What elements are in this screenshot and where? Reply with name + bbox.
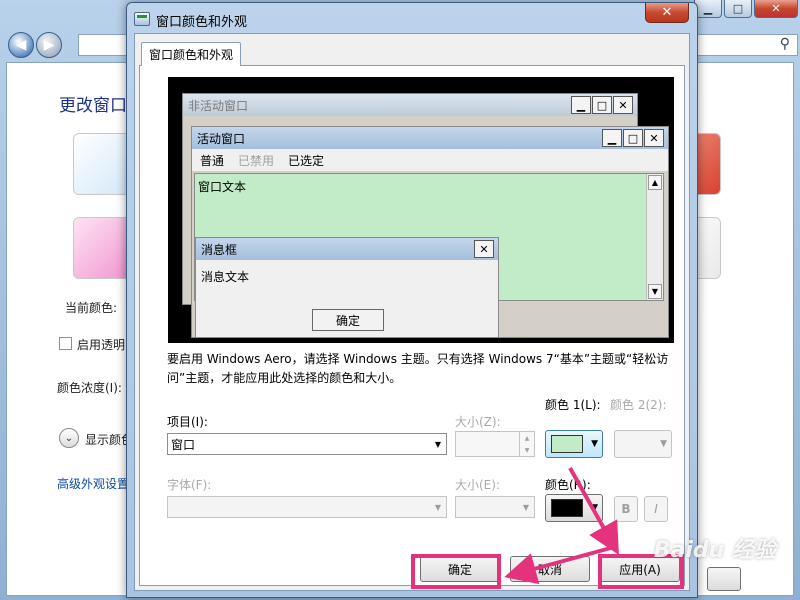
size-label: 大小(Z): xyxy=(455,415,501,429)
preview-window-text: 窗口文本 xyxy=(198,180,247,194)
italic-button[interactable]: I xyxy=(644,496,668,522)
scroll-up-icon: ▲ xyxy=(648,175,662,190)
appearance-preview: 非活动窗口 ▁ □ ✕ 活动窗口 ▁ □ ✕ 普通 已禁用 已选定 窗口文本 ▲… xyxy=(168,77,674,343)
preview-inactive-title: 非活动窗口 xyxy=(183,94,637,116)
chevron-down-icon: ▼ xyxy=(591,439,598,449)
navigation-buttons: ◀ ▶ xyxy=(8,32,62,58)
window-caption-buttons: ▁ □ ✕ xyxy=(694,0,798,18)
maximize-button[interactable]: □ xyxy=(724,0,752,18)
tab-panel: 非活动窗口 ▁ □ ✕ 活动窗口 ▁ □ ✕ 普通 已禁用 已选定 窗口文本 ▲… xyxy=(139,65,685,586)
maximize-icon: □ xyxy=(623,129,643,147)
back-icon[interactable]: ◀ xyxy=(8,32,34,58)
forward-icon[interactable]: ▶ xyxy=(36,32,62,58)
font-color-swatch xyxy=(551,499,583,517)
dialog-titlebar: 窗口颜色和外观 ✕ xyxy=(127,3,697,33)
preview-menu-disabled[interactable]: 已禁用 xyxy=(238,152,274,169)
bold-button[interactable]: B xyxy=(614,496,638,522)
page-title: 更改窗口 xyxy=(59,96,127,116)
close-button[interactable]: ✕ xyxy=(754,0,798,18)
preview-message-box[interactable]: 消息框 ✕ 消息文本 确定 xyxy=(195,237,499,338)
scroll-down-icon: ▼ xyxy=(648,284,662,299)
dialog-title: 窗口颜色和外观 xyxy=(156,15,248,30)
font-color-label: 颜色(R): xyxy=(545,478,591,492)
chevron-down-icon: ▼ xyxy=(522,502,530,512)
item-select-value: 窗口 xyxy=(171,437,196,452)
color-intensity-label: 颜色浓度(I): xyxy=(57,381,122,395)
item-select[interactable]: 窗口 ▼ xyxy=(167,433,447,455)
close-icon: ✕ xyxy=(644,129,664,147)
color2-picker[interactable]: ▼ xyxy=(614,430,672,458)
size-stepper-buttons[interactable]: ▲ ▼ xyxy=(519,432,534,456)
dialog-app-icon xyxy=(134,12,150,26)
cancel-button[interactable]: 取消 xyxy=(510,556,590,582)
preview-ok-button: 确定 xyxy=(312,309,384,331)
aero-info-text: 要启用 Windows Aero，请选择 Windows 主题。只有选择 Win… xyxy=(167,352,669,385)
dialog-close-button[interactable]: ✕ xyxy=(645,3,689,23)
tab-window-color-appearance[interactable]: 窗口颜色和外观 xyxy=(141,42,242,66)
font-color-picker[interactable]: ▼ xyxy=(545,494,603,522)
preview-active-caption-buttons: ▁ □ ✕ xyxy=(602,129,664,147)
close-icon: ✕ xyxy=(613,96,633,114)
font-label: 字体(F): xyxy=(167,478,212,492)
chevron-down-icon: ▼ xyxy=(434,439,442,449)
color1-swatch xyxy=(551,435,583,453)
item-label: 项目(I): xyxy=(167,415,208,429)
chevron-down-icon: ▼ xyxy=(591,503,598,513)
chevron-down-icon: ▼ xyxy=(660,439,667,449)
preview-inactive-caption-buttons: ▁ □ ✕ xyxy=(571,96,633,114)
minimize-icon: ▁ xyxy=(602,129,622,147)
preview-menu-normal[interactable]: 普通 xyxy=(200,152,224,169)
color1-label: 颜色 1(L): xyxy=(545,398,601,412)
font-size-select[interactable]: ▼ xyxy=(455,496,535,518)
size-stepper[interactable]: ▲ ▼ xyxy=(455,431,535,457)
font-select[interactable]: ▼ xyxy=(167,496,447,518)
preview-msgbox-caption-buttons: ✕ xyxy=(474,240,494,258)
chevron-down-icon: ▼ xyxy=(434,502,442,512)
window-color-appearance-dialog: 窗口颜色和外观 ✕ 窗口颜色和外观 非活动窗口 ▁ □ ✕ 活动窗口 ▁ □ ✕… xyxy=(126,2,698,598)
close-icon: ✕ xyxy=(474,240,494,258)
enable-transparency-checkbox[interactable] xyxy=(59,337,72,350)
preview-active-title: 活动窗口 xyxy=(192,127,668,149)
highlight-ok-button xyxy=(411,554,501,589)
minimize-button[interactable]: ▁ xyxy=(694,0,722,18)
preview-scrollbar[interactable]: ▲ ▼ xyxy=(646,174,663,300)
preview-menu-bar: 普通 已禁用 已选定 xyxy=(192,149,668,171)
color1-picker[interactable]: ▼ xyxy=(545,430,603,458)
preview-msgbox-title: 消息框 xyxy=(196,238,498,260)
current-color-label: 当前颜色: xyxy=(65,301,118,315)
search-icon[interactable]: ⚲ xyxy=(780,36,790,52)
background-save-button[interactable] xyxy=(707,567,741,591)
watermark-logo: Baidu 经验 xyxy=(653,538,776,563)
preview-msgbox-text: 消息文本 xyxy=(201,270,250,284)
maximize-icon: □ xyxy=(592,96,612,114)
dialog-body: 窗口颜色和外观 非活动窗口 ▁ □ ✕ 活动窗口 ▁ □ ✕ 普通 已禁用 已选… xyxy=(134,33,690,591)
advanced-appearance-link[interactable]: 高级外观设置 xyxy=(57,475,129,492)
enable-transparency-label: 启用透明 xyxy=(77,338,126,352)
font-size-label: 大小(E): xyxy=(455,478,500,492)
color2-label: 颜色 2(2): xyxy=(610,398,667,412)
chevron-down-icon[interactable]: ⌄ xyxy=(59,428,79,448)
minimize-icon: ▁ xyxy=(571,96,591,114)
preview-menu-selected[interactable]: 已选定 xyxy=(288,152,324,169)
